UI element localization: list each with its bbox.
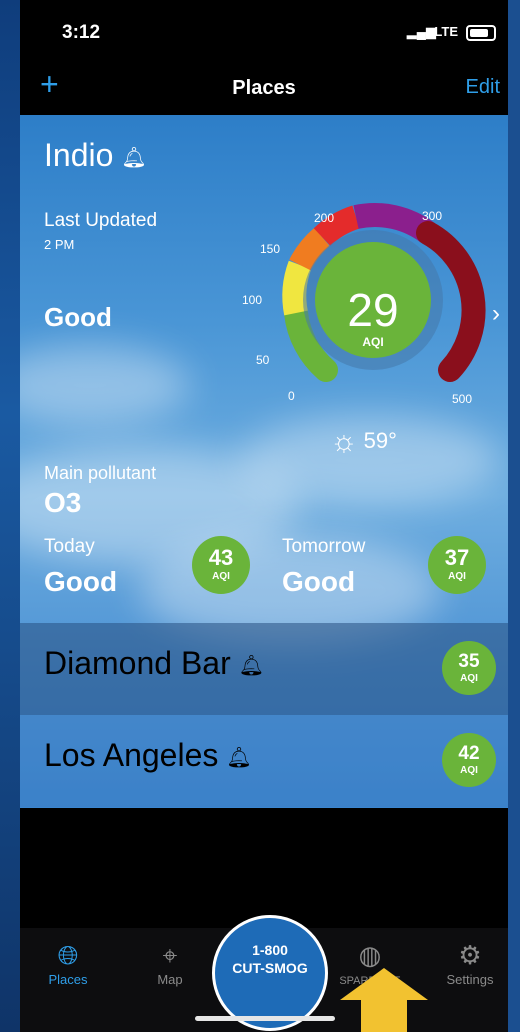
pointer-arrow-stem xyxy=(361,1000,407,1032)
signal-icon: ▂▄▆ xyxy=(406,24,436,39)
aqi-value: 29 xyxy=(347,284,399,336)
chevron-right-icon[interactable]: › xyxy=(492,300,500,328)
tab-map[interactable]: ⌖ Map xyxy=(130,938,210,987)
current-status: Good xyxy=(44,302,112,332)
pointer-arrow-icon xyxy=(340,968,428,1000)
tab-places[interactable]: 🌐︎ Places xyxy=(28,938,108,987)
last-updated-time: 2 PM xyxy=(44,237,75,252)
gauge-tick-50: 50 xyxy=(256,353,270,367)
background-left xyxy=(0,0,20,1032)
battery-icon xyxy=(466,25,496,41)
gauge-tick-200: 200 xyxy=(314,211,335,225)
place-aqi-badge: 42 AQI xyxy=(442,733,496,787)
page-title: Places xyxy=(232,77,296,99)
main-pollutant-value: O3 xyxy=(44,487,82,518)
gauge-tick-500: 500 xyxy=(452,392,473,406)
tomorrow-aqi-badge: 37 AQI xyxy=(428,536,486,594)
aqi-unit: AQI xyxy=(362,335,384,349)
leaf-icon: ◍ xyxy=(358,940,382,970)
city-name: Indio 🔔︎ xyxy=(44,137,147,173)
gauge-tick-0: 0 xyxy=(288,389,295,403)
gear-icon: ⚙ xyxy=(458,940,482,970)
bell-icon[interactable]: 🔔︎ xyxy=(121,145,146,170)
gauge-tick-300: 300 xyxy=(422,209,443,223)
map-pin-icon: ⌖ xyxy=(162,940,178,970)
home-indicator xyxy=(195,1016,335,1021)
bell-icon[interactable]: 🔔︎ xyxy=(239,653,264,678)
main-pollutant-label: Main pollutant xyxy=(44,463,157,483)
network-type: LTE xyxy=(434,24,458,39)
status-bar: 3:12 ▂▄▆ LTE xyxy=(20,0,508,60)
last-updated-label: Last Updated xyxy=(44,210,158,231)
phone-screen: 3:12 ▂▄▆ LTE + Places Edit Indio 🔔︎ Last … xyxy=(20,0,508,1032)
edit-button[interactable]: Edit xyxy=(466,76,500,99)
place-city: Los Angeles 🔔︎ xyxy=(44,737,252,773)
gauge-tick-150: 150 xyxy=(260,242,281,256)
call-cut-smog-button[interactable]: 1-800 CUT-SMOG xyxy=(212,915,328,1031)
gauge-tick-100: 100 xyxy=(242,293,263,307)
tomorrow-label: Tomorrow xyxy=(282,536,366,557)
place-aqi-badge: 35 AQI xyxy=(442,641,496,695)
nav-bar: + Places Edit xyxy=(20,60,508,115)
today-status: Good xyxy=(44,566,118,597)
bell-icon[interactable]: 🔔︎ xyxy=(226,745,251,770)
today-aqi-badge: 43 AQI xyxy=(192,536,250,594)
place-row-diamond-bar[interactable]: Diamond Bar 🔔︎ 35 AQI xyxy=(20,623,508,715)
temperature: ☼ 59° xyxy=(330,425,397,458)
sun-icon: ☼ xyxy=(330,425,358,458)
today-label: Today xyxy=(44,536,95,557)
place-row-los-angeles[interactable]: Los Angeles 🔔︎ 42 AQI xyxy=(20,715,508,807)
background-right xyxy=(508,0,520,1032)
tomorrow-status: Good xyxy=(282,566,356,597)
place-city: Diamond Bar 🔔︎ xyxy=(44,645,265,681)
tab-settings[interactable]: ⚙ Settings xyxy=(430,938,508,987)
globe-pin-icon: 🌐︎ xyxy=(57,940,79,970)
main-place-card[interactable]: Indio 🔔︎ Last Updated 2 PM Good 0 50 100 … xyxy=(20,115,508,622)
status-time: 3:12 xyxy=(62,22,101,43)
